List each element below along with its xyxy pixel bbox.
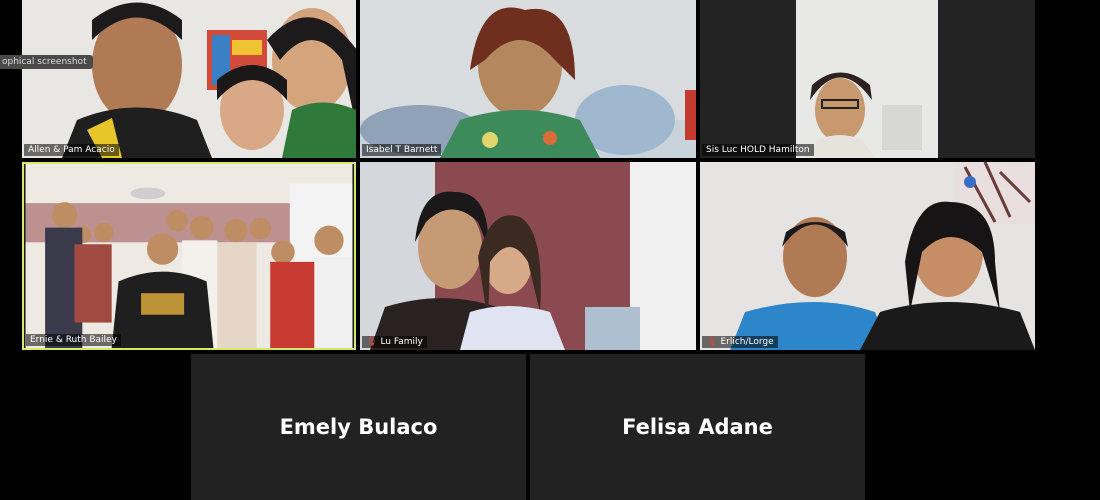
participant-name-label: Isabel T Barnett [362,144,442,156]
participant-name-label: Ernie & Ruth Bailey [26,334,121,346]
video-tile-lu-family[interactable]: 🎙︎ Lu Family [360,162,696,350]
screenshot-tag: ophical screenshot [0,55,93,69]
video-tile-emely[interactable]: Emely Bulaco [191,354,526,500]
video-feed [25,164,353,348]
video-feed [22,0,356,158]
video-feed [700,0,1035,158]
participant-name-label: Sis Luc HOLD Hamilton [702,144,814,156]
video-tile-ernie-ruth[interactable]: Ernie & Ruth Bailey [22,162,356,350]
video-tile-isabel[interactable]: Isabel T Barnett [360,0,696,158]
video-tile-felisa[interactable]: Felisa Adane [530,354,865,500]
video-feed [360,0,696,158]
participant-name: Felisa Adane [622,415,773,439]
participant-name: Emely Bulaco [279,415,438,439]
muted-mic-icon: 🎙︎ [706,337,718,347]
video-tile-sis-luc[interactable]: Sis Luc HOLD Hamilton [700,0,1035,158]
participant-name-label: 🎙︎ Lu Family [362,336,427,348]
video-tile-erlich-lorge[interactable]: 🎙︎ Erlich/Lorge [700,162,1035,350]
muted-mic-icon: 🎙︎ [366,337,378,347]
participant-name-label: 🎙︎ Erlich/Lorge [702,336,778,348]
video-tile-allen-pam[interactable]: Allen & Pam Acacio [22,0,356,158]
video-feed [700,162,1035,350]
participant-name-label: Allen & Pam Acacio [24,144,119,156]
video-feed [360,162,696,350]
